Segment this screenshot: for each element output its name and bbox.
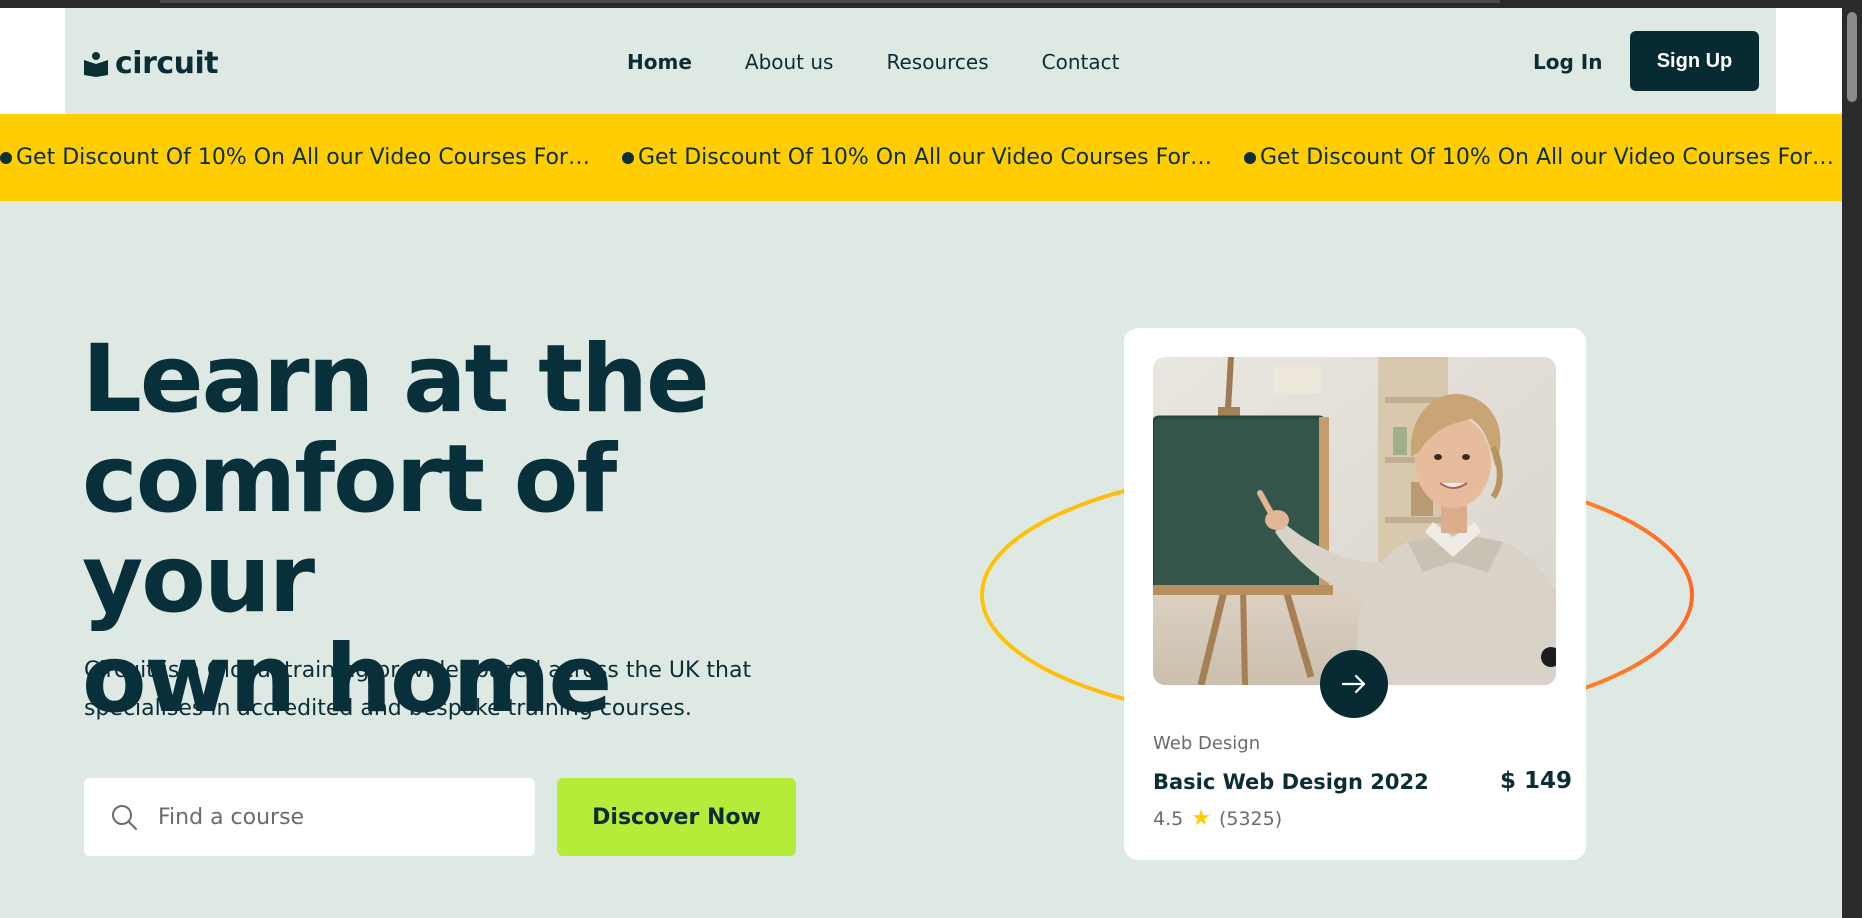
course-rating: 4.5 ★ (5325) [1153,806,1282,831]
nav-link-home[interactable]: Home [627,50,692,74]
bullet-dot-icon [622,151,634,164]
rating-count: (5325) [1218,807,1283,830]
discover-now-button[interactable]: Discover Now [557,778,796,856]
banner-text: Get Discount Of 10% On All our Video Cou… [638,145,1218,170]
page-margin-left [0,8,65,114]
nav-link-about-us[interactable]: About us [745,50,834,74]
hero-description: Circuit is a Global training provider ba… [84,652,764,728]
bullet-dot-icon [1244,151,1256,164]
hero-title-line: comfort of your [82,425,617,634]
top-navbar: circuit Home About us Resources Contact … [65,8,1776,114]
page-margin-right [1776,8,1842,114]
browser-top-strip [0,0,1862,8]
arrow-right-icon [1341,674,1366,694]
nav-link-contact[interactable]: Contact [1042,50,1120,74]
course-category: Web Design [1153,733,1261,754]
login-link[interactable]: Log In [1533,50,1602,74]
book-logo-icon [84,51,108,77]
banner-text: Get Discount Of 10% On All our Video Cou… [1260,145,1840,170]
main-nav: Home About us Resources Contact [627,50,1119,74]
search-icon [112,805,137,830]
banner-item: Get Discount Of 10% On All our Video Cou… [622,114,1222,201]
brand-logo[interactable]: circuit [83,46,219,81]
rating-value: 4.5 [1153,807,1184,830]
course-price: $ 149 [1500,768,1573,794]
signup-button[interactable]: Sign Up [1630,31,1759,91]
hero-title-line: Learn at the [82,325,710,434]
star-icon: ★ [1191,806,1211,831]
banner-item: Get Discount Of 10% On All our Video Cou… [0,114,600,201]
course-title[interactable]: Basic Web Design 2022 [1153,770,1429,794]
banner-item: Get Discount Of 10% On All our Video Cou… [1244,114,1842,201]
course-search-box [84,778,535,856]
course-card[interactable]: Web Design Basic Web Design 2022 $ 149 4… [1124,328,1586,860]
scrollbar-thumb[interactable] [1847,12,1857,102]
banner-text: Get Discount Of 10% On All our Video Cou… [16,145,596,170]
page-scrollbar[interactable] [1842,8,1862,918]
nav-link-resources[interactable]: Resources [886,50,988,74]
bullet-dot-icon [0,151,12,164]
browser-top-strip-inner [160,0,1500,3]
hero-description-line: Circuit is a Global training provider ba… [84,658,752,683]
open-course-button[interactable] [1320,650,1388,718]
hero-description-line: specialises in accredited and bespoke tr… [84,696,692,721]
teacher-photo [1153,357,1556,685]
discount-banner: Get Discount Of 10% On All our Video Cou… [0,114,1842,201]
brand-name: circuit [115,46,219,81]
course-image [1153,357,1556,685]
course-search-input[interactable] [158,804,488,830]
